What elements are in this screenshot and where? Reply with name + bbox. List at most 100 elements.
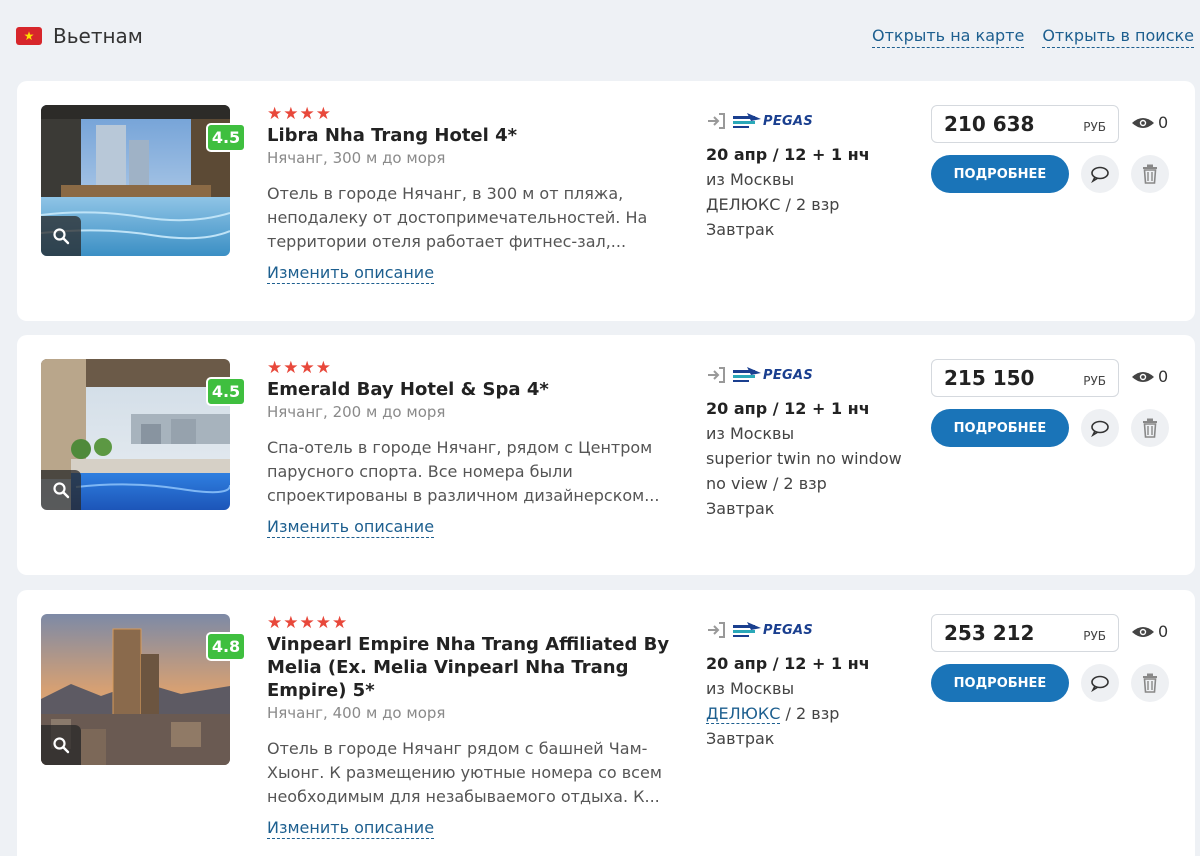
more-details-button[interactable]: ПОДРОБНЕЕ bbox=[931, 664, 1069, 702]
tour-dates: 20 апр / 12 + 1 нч bbox=[706, 145, 870, 164]
edit-description-link[interactable]: Изменить описание bbox=[267, 818, 435, 839]
country-name: Вьетнам bbox=[53, 24, 143, 48]
operator-name: PEGAS bbox=[763, 367, 814, 383]
eye-icon bbox=[1132, 371, 1154, 382]
room-type: ДЕЛЮКС / 2 взр bbox=[706, 195, 840, 214]
star-rating: ★★★★ bbox=[267, 104, 332, 124]
top-bar: ★ Вьетнам Открыть на карте Открыть в пои… bbox=[0, 0, 1200, 72]
hotel-location: Нячанг, 300 м до моря bbox=[267, 149, 446, 167]
views-count: 0 bbox=[1158, 622, 1169, 641]
login-arrow-icon bbox=[708, 113, 725, 129]
views-counter: 0 bbox=[1131, 113, 1168, 132]
login-arrow-icon bbox=[708, 367, 725, 383]
hotel-info: ★★★★★ Vinpearl Empire Nha Trang Affiliat… bbox=[267, 614, 677, 839]
hotel-location: Нячанг, 200 м до моря bbox=[267, 403, 446, 421]
zoom-button[interactable] bbox=[41, 216, 81, 256]
room-type-continued: no view / 2 взр bbox=[706, 474, 827, 493]
edit-description-link[interactable]: Изменить описание bbox=[267, 263, 435, 284]
zoom-button[interactable] bbox=[41, 725, 81, 765]
zoom-button[interactable] bbox=[41, 470, 81, 510]
pegas-logo: PEGAS bbox=[733, 622, 813, 638]
meal-type: Завтрак bbox=[706, 499, 775, 518]
trash-icon bbox=[1143, 673, 1157, 693]
price-currency: РУБ bbox=[1083, 120, 1106, 134]
room-type: ДЕЛЮКС / 2 взр bbox=[706, 701, 921, 726]
price-value: 210 638 bbox=[944, 112, 1035, 136]
eye-icon bbox=[1132, 626, 1154, 637]
vietnam-flag-icon: ★ bbox=[16, 27, 42, 45]
tour-details: PEGAS 20 апр / 12 + 1 нч из Москвы ДЕЛЮК… bbox=[706, 111, 921, 242]
hotel-photo[interactable] bbox=[41, 359, 230, 510]
hotel-description: Отель в городе Нячанг рядом с башней Чам… bbox=[267, 739, 662, 806]
hotel-name: Vinpearl Empire Nha Trang Affiliated By … bbox=[267, 634, 670, 701]
operator-name: PEGAS bbox=[763, 622, 814, 638]
comment-icon bbox=[1091, 675, 1109, 692]
hotel-card: 4.8 ★★★★★ Vinpearl Empire Nha Trang Affi… bbox=[17, 590, 1195, 856]
price-box: 210 638 РУБ bbox=[931, 105, 1119, 143]
trash-icon bbox=[1143, 418, 1157, 438]
delete-button[interactable] bbox=[1131, 664, 1169, 702]
room-type: superior twin no window bbox=[706, 449, 902, 468]
views-counter: 0 bbox=[1131, 622, 1168, 641]
more-details-button[interactable]: ПОДРОБНЕЕ bbox=[931, 409, 1069, 447]
hotel-description: Спа-отель в городе Нячанг, рядом с Центр… bbox=[267, 438, 660, 505]
top-links: Открыть на карте Открыть в поиске bbox=[871, 26, 1194, 48]
operator-row: PEGAS bbox=[706, 620, 921, 640]
login-arrow-icon bbox=[708, 622, 725, 638]
hotel-card: 4.5 ★★★★ Emerald Bay Hotel & Spa 4* Няча… bbox=[17, 335, 1195, 575]
pegas-logo-icon bbox=[733, 622, 761, 637]
tour-dates: 20 апр / 12 + 1 нч bbox=[706, 399, 870, 418]
hotel-description: Отель в городе Нячанг, в 300 м от пляжа,… bbox=[267, 184, 648, 251]
country-header: ★ Вьетнам bbox=[16, 24, 143, 48]
hotel-card: 4.5 ★★★★ Libra Nha Trang Hotel 4* Нячанг… bbox=[17, 81, 1195, 321]
hotel-location: Нячанг, 400 м до моря bbox=[267, 704, 446, 722]
room-type-link[interactable]: ДЕЛЮКС bbox=[706, 704, 781, 724]
hotel-name: Libra Nha Trang Hotel 4* bbox=[267, 125, 518, 146]
comment-icon bbox=[1091, 166, 1109, 183]
pegas-logo-icon bbox=[733, 113, 761, 128]
open-in-search-link[interactable]: Открыть в поиске bbox=[1042, 26, 1194, 48]
tour-details: PEGAS 20 апр / 12 + 1 нч из Москвы super… bbox=[706, 365, 921, 521]
room-guests: / 2 взр bbox=[780, 704, 840, 723]
magnifier-icon bbox=[53, 737, 70, 754]
pegas-logo-icon bbox=[733, 367, 761, 382]
price-value: 253 212 bbox=[944, 621, 1035, 645]
rating-badge: 4.8 bbox=[206, 632, 246, 661]
rating-badge: 4.5 bbox=[206, 377, 246, 406]
price-box: 215 150 РУБ bbox=[931, 359, 1119, 397]
views-counter: 0 bbox=[1131, 367, 1168, 386]
meal-type: Завтрак bbox=[706, 729, 775, 748]
more-details-button[interactable]: ПОДРОБНЕЕ bbox=[931, 155, 1069, 193]
comment-button[interactable] bbox=[1081, 155, 1119, 193]
comment-button[interactable] bbox=[1081, 664, 1119, 702]
price-value: 215 150 bbox=[944, 366, 1035, 390]
delete-button[interactable] bbox=[1131, 155, 1169, 193]
magnifier-icon bbox=[53, 482, 70, 499]
delete-button[interactable] bbox=[1131, 409, 1169, 447]
operator-name: PEGAS bbox=[763, 113, 814, 129]
price-currency: РУБ bbox=[1083, 374, 1106, 388]
hotel-info: ★★★★ Libra Nha Trang Hotel 4* Нячанг, 30… bbox=[267, 105, 677, 284]
comment-button[interactable] bbox=[1081, 409, 1119, 447]
hotel-name: Emerald Bay Hotel & Spa 4* bbox=[267, 379, 549, 400]
rating-badge: 4.5 bbox=[206, 123, 246, 152]
hotel-photo[interactable] bbox=[41, 105, 230, 256]
magnifier-icon bbox=[53, 228, 70, 245]
star-rating: ★★★★★ bbox=[267, 613, 349, 633]
trash-icon bbox=[1143, 164, 1157, 184]
hotel-photo[interactable] bbox=[41, 614, 230, 765]
tour-details: PEGAS 20 апр / 12 + 1 нч из Москвы ДЕЛЮК… bbox=[706, 620, 921, 751]
departure-city: из Москвы bbox=[706, 424, 795, 443]
departure-city: из Москвы bbox=[706, 170, 795, 189]
tour-dates: 20 апр / 12 + 1 нч bbox=[706, 654, 870, 673]
departure-city: из Москвы bbox=[706, 679, 795, 698]
price-currency: РУБ bbox=[1083, 629, 1106, 643]
comment-icon bbox=[1091, 420, 1109, 437]
edit-description-link[interactable]: Изменить описание bbox=[267, 517, 435, 538]
hotel-info: ★★★★ Emerald Bay Hotel & Spa 4* Нячанг, … bbox=[267, 359, 677, 538]
price-box: 253 212 РУБ bbox=[931, 614, 1119, 652]
operator-row: PEGAS bbox=[706, 111, 921, 131]
pegas-logo: PEGAS bbox=[733, 113, 813, 129]
operator-row: PEGAS bbox=[706, 365, 921, 385]
open-on-map-link[interactable]: Открыть на карте bbox=[871, 26, 1025, 48]
